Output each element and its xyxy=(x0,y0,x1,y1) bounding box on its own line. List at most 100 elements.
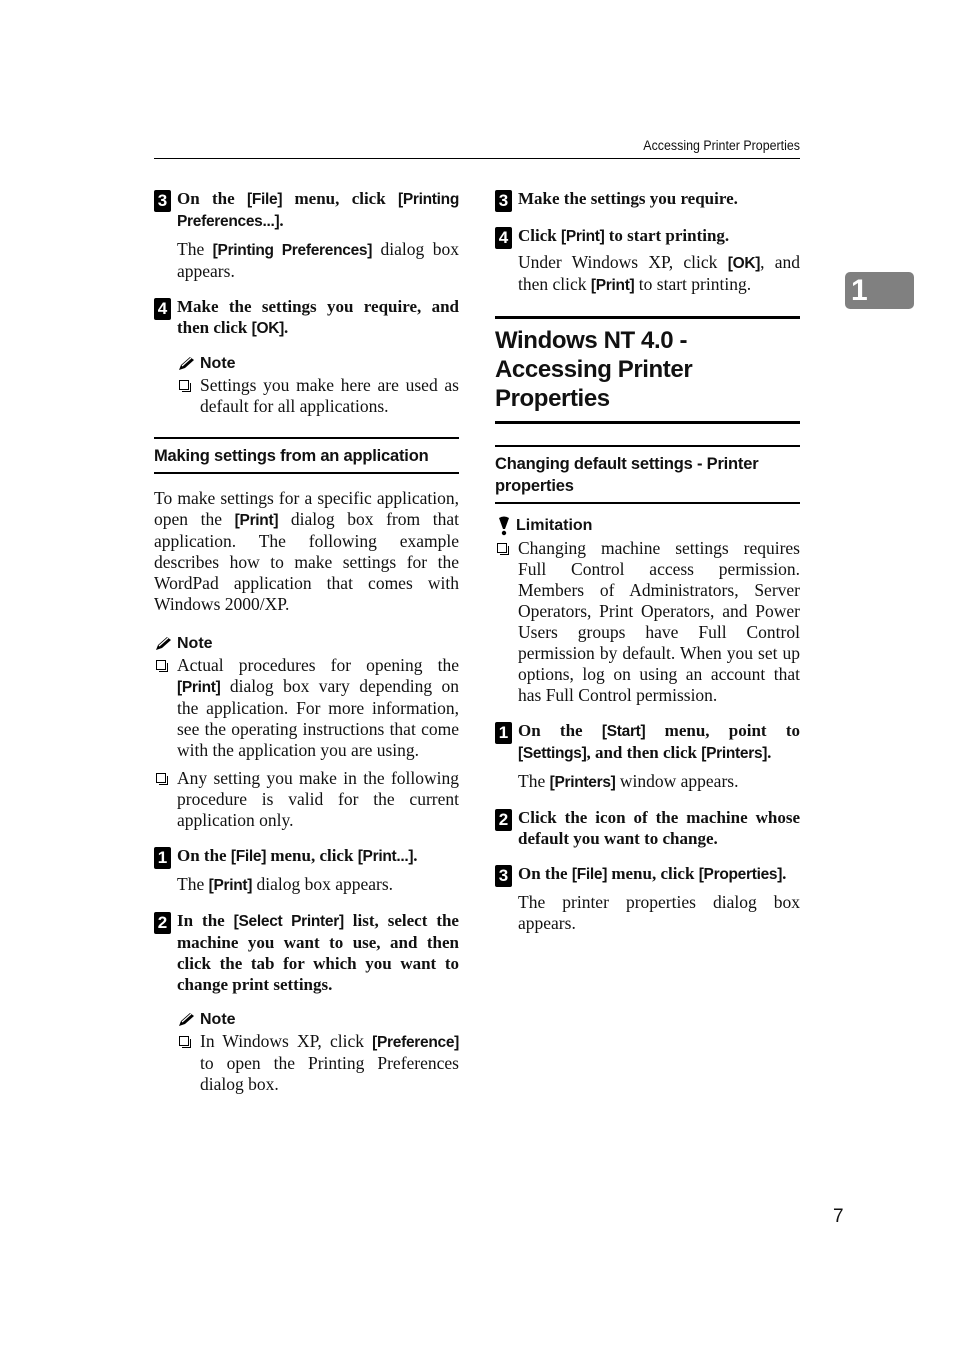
step-2-select-printer: 2 In the [Select Printer] list, select t… xyxy=(154,910,459,1095)
checkbox-bullet-icon xyxy=(156,660,168,672)
step-body: The [Print] dialog box appears. xyxy=(177,874,459,896)
pencil-icon xyxy=(156,637,171,650)
step-number-badge: 4 xyxy=(495,227,512,249)
step-title: On the [Start] menu, point to [Settings]… xyxy=(518,720,800,764)
step-body: The [Printing Preferences] dialog box ap… xyxy=(177,239,459,282)
section-heading-windows-nt: Windows NT 4.0 - Accessing Printer Prope… xyxy=(495,316,800,424)
checkbox-bullet-icon xyxy=(156,773,168,785)
text: menu, click xyxy=(266,846,358,865)
text: On the xyxy=(177,846,231,865)
step-title: Click [Print] to start printing. xyxy=(518,225,800,247)
note-label: Note xyxy=(200,355,236,372)
ui-label-print: [Print] xyxy=(177,679,221,696)
ui-label-printers: [Printers] xyxy=(701,745,768,762)
ui-label-print: [Print] xyxy=(590,277,635,294)
text: . xyxy=(782,864,787,883)
note-heading: Note xyxy=(154,635,459,653)
ui-label-start: [Start] xyxy=(601,723,646,740)
text: menu, click xyxy=(282,189,398,208)
text: Settings you make here are used as defau… xyxy=(200,375,459,416)
ui-label-select-printer: [Select Printer] xyxy=(233,913,344,930)
text: . xyxy=(279,211,284,230)
text: . xyxy=(767,743,772,762)
step-4-click-print: 4 Click [Print] to start printing. Under… xyxy=(495,225,800,296)
text: Actual procedures for opening the xyxy=(177,655,459,675)
text: . xyxy=(413,846,418,865)
section-heading-changing-defaults: Changing default settings - Printer prop… xyxy=(495,445,800,504)
text: In Windows XP, click xyxy=(200,1031,373,1051)
text: menu, click xyxy=(607,864,699,883)
text: On the xyxy=(518,864,572,883)
ui-label-properties: [Properties] xyxy=(698,866,783,883)
text: Make the settings you require, and then … xyxy=(177,297,459,337)
ui-label-settings: [Settings] xyxy=(518,745,587,762)
page-number: 7 xyxy=(833,1206,844,1227)
note-label: Note xyxy=(177,635,213,652)
pencil-icon xyxy=(179,357,194,370)
text: On the xyxy=(518,721,602,740)
text: Under Windows XP, click xyxy=(518,252,728,272)
step-title: On the [File] menu, click [Print...]. xyxy=(177,845,459,867)
step-1-start-menu: 1 On the [Start] menu, point to [Setting… xyxy=(495,720,800,793)
step-title: Click the icon of the machine whose defa… xyxy=(518,808,800,848)
text: menu, point to xyxy=(645,721,800,740)
note-item: Any setting you make in the following pr… xyxy=(154,768,459,831)
step-number-badge: 3 xyxy=(495,190,512,212)
text: On the xyxy=(177,189,247,208)
step-3-printing-preferences: 3 On the [File] menu, click [Printing Pr… xyxy=(154,188,459,282)
step-title: In the [Select Printer] list, select the… xyxy=(177,910,459,995)
step-body: Under Windows XP, click [OK], and then c… xyxy=(518,252,800,296)
limitation-item: Changing machine settings requires Full … xyxy=(495,538,800,706)
step-number-badge: 4 xyxy=(154,298,171,320)
left-column: 3 On the [File] menu, click [Printing Pr… xyxy=(154,188,459,1105)
ui-label-printers: [Printers] xyxy=(549,774,616,791)
text: The xyxy=(177,874,209,894)
note-label: Note xyxy=(200,1011,236,1028)
step-number-badge: 1 xyxy=(154,847,171,869)
ui-label-print: [Print...] xyxy=(357,848,414,865)
text: window appears. xyxy=(615,771,739,791)
ui-label-print: [Print] xyxy=(234,512,279,529)
step-3-make-settings: 3 Make the settings you require. xyxy=(495,188,800,212)
ui-label-ok: [OK] xyxy=(251,320,285,337)
step-number-badge: 2 xyxy=(495,809,512,831)
note-heading: Note xyxy=(177,1011,459,1029)
step-3-file-properties: 3 On the [File] menu, click [Properties]… xyxy=(495,863,800,934)
note-item: Settings you make here are used as defau… xyxy=(177,375,459,417)
step-title: Make the settings you require, and then … xyxy=(177,296,459,339)
text: Click xyxy=(518,226,561,245)
text: to start printing. xyxy=(634,274,752,294)
exclamation-icon xyxy=(499,516,509,536)
text: dialog box appears. xyxy=(252,874,394,894)
ui-label-ok: [OK] xyxy=(727,255,761,272)
header-rule xyxy=(154,158,800,159)
ui-label: [Printing Preferences] xyxy=(212,242,373,259)
step-4-make-settings: 4 Make the settings you require, and the… xyxy=(154,296,459,417)
step-title: Make the settings you require. xyxy=(518,189,738,208)
ui-label-file: [File] xyxy=(246,191,283,208)
ui-label-print: [Print] xyxy=(560,228,605,245)
step-number-badge: 3 xyxy=(154,190,171,212)
step-1-file-print: 1 On the [File] menu, click [Print...]. … xyxy=(154,845,459,896)
step-2-click-icon: 2 Click the icon of the machine whose de… xyxy=(495,807,800,849)
limitation-heading: Limitation xyxy=(495,516,800,536)
running-header: Accessing Printer Properties xyxy=(643,138,800,153)
text: In the xyxy=(177,911,234,930)
text: to open the Printing Preferences dialog … xyxy=(200,1053,459,1094)
checkbox-bullet-icon xyxy=(179,380,191,392)
checkbox-bullet-icon xyxy=(497,543,509,555)
step-number-badge: 2 xyxy=(154,912,171,934)
text: The xyxy=(518,771,550,791)
text: The xyxy=(177,239,213,259)
text: Changing machine settings requires Full … xyxy=(518,538,800,705)
limitation-label: Limitation xyxy=(516,517,593,534)
text: . xyxy=(283,318,289,337)
text: , and then click xyxy=(586,743,702,762)
section-heading-making-settings: Making settings from an application xyxy=(154,437,459,474)
right-column: 3 Make the settings you require. 4 Click… xyxy=(495,188,800,944)
step-title: On the [File] menu, click [Printing Pref… xyxy=(177,188,459,232)
note-item: Actual procedures for opening the [Print… xyxy=(154,655,459,761)
intro-paragraph: To make settings for a specific applicat… xyxy=(154,488,459,615)
step-body: The [Printers] window appears. xyxy=(518,771,800,793)
step-number-badge: 1 xyxy=(495,722,512,744)
